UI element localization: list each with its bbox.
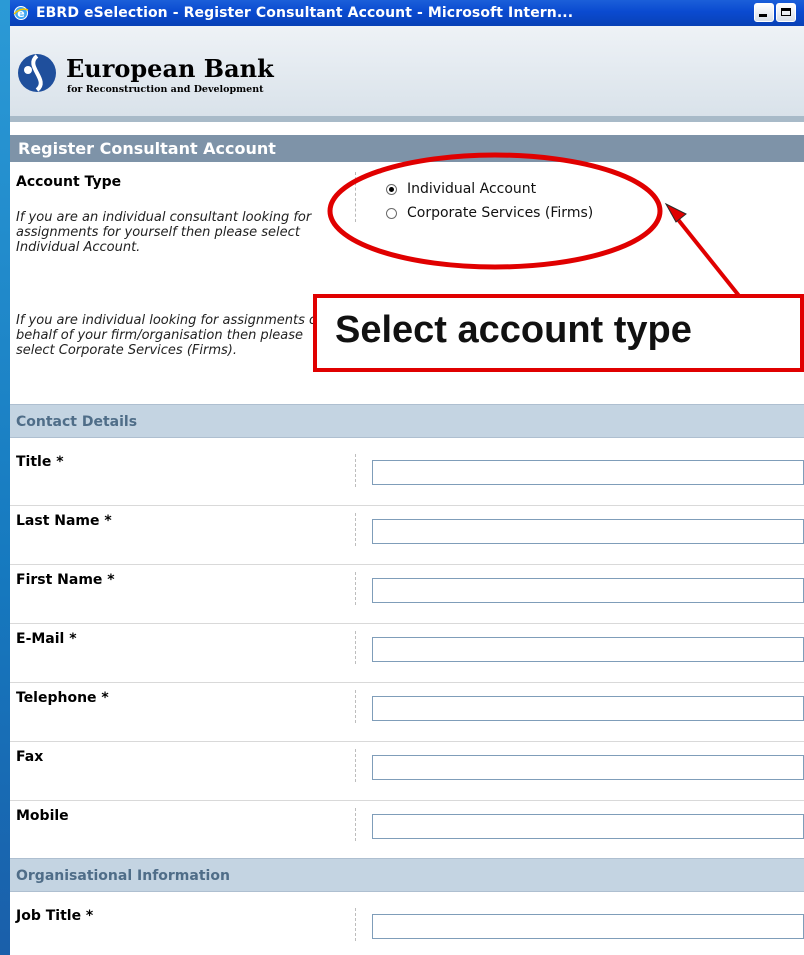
- annotation-callout: Select account type: [313, 294, 804, 372]
- annotation-arrow-line: [670, 210, 742, 299]
- annotation-arrowhead: [664, 202, 687, 223]
- annotation-overlay: [327, 152, 742, 299]
- callout-text: Select account type: [335, 309, 692, 351]
- highlight-ellipse: [327, 152, 663, 270]
